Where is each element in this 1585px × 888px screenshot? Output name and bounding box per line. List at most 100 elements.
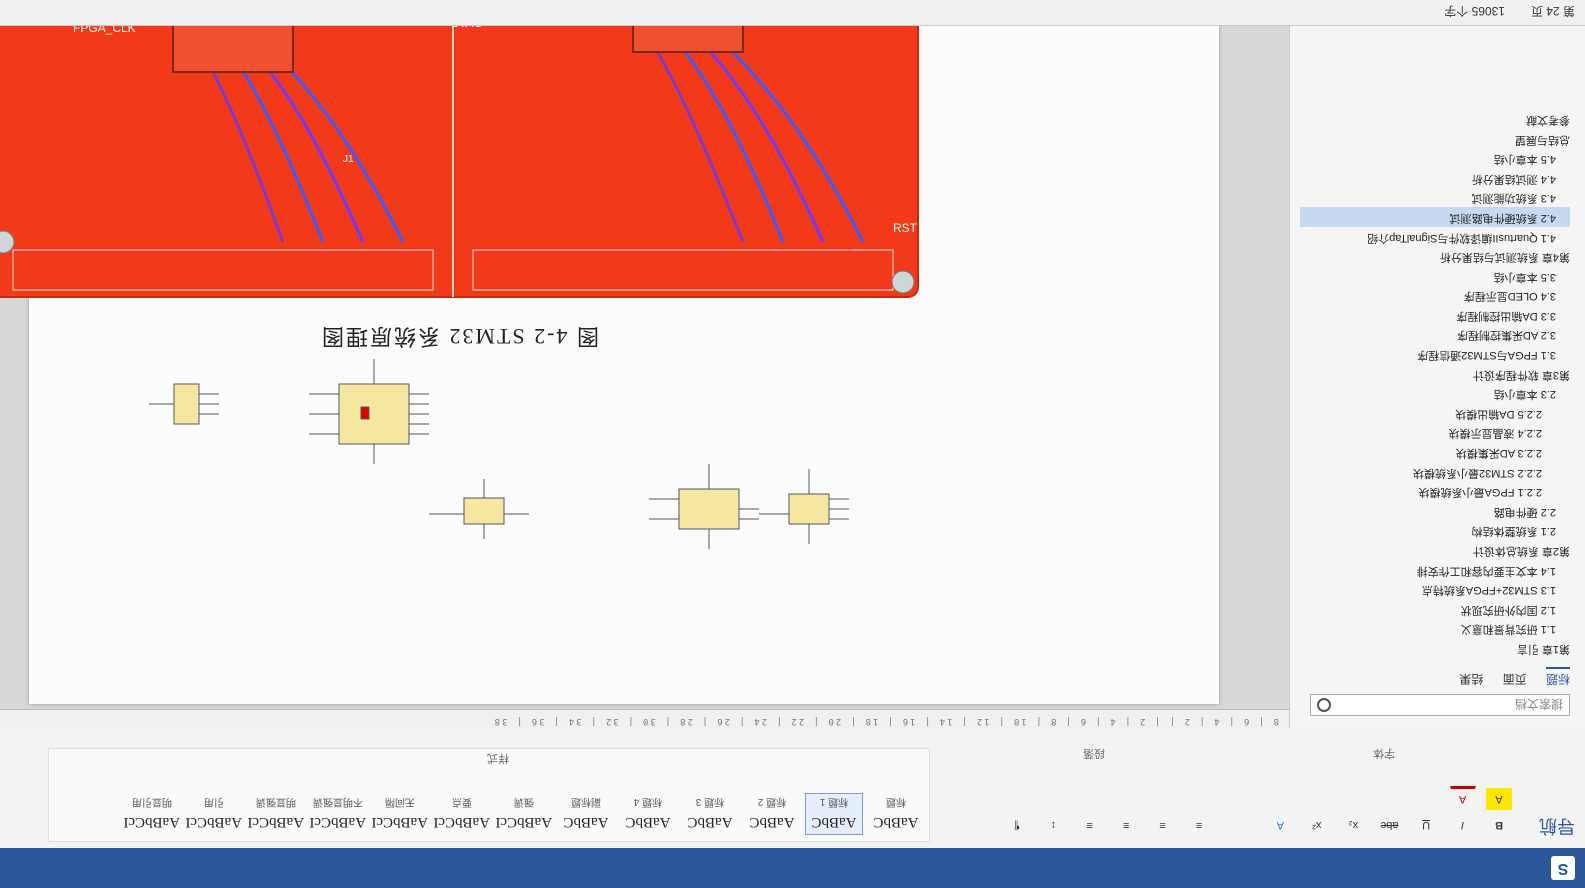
app-logo-icon: S (1551, 856, 1575, 880)
underline-button[interactable]: U (1413, 814, 1439, 836)
schematic-figure (149, 359, 849, 549)
style-option[interactable]: AaBbCcD 强调 (495, 793, 553, 835)
style-name: 标题 (886, 796, 906, 807)
status-bar: 第 24 页 13065 个字 (0, 0, 1585, 26)
outline-item[interactable]: 2.2.4 液晶显示模块 (1300, 423, 1570, 443)
outline-item[interactable]: 3.2 AD采集控制程序 (1300, 325, 1570, 345)
pcb-label-j1: J1 (343, 154, 354, 165)
outline-item[interactable]: 1.4 本文主要内容和工作安排 (1300, 560, 1570, 580)
outline-item[interactable]: 2.3 本章小结 (1300, 384, 1570, 404)
style-option[interactable]: AaBbCcD 不明显强调 (309, 793, 367, 835)
document-page[interactable]: 图 4-2 STM32 系统原理图 FPGA_CLK RST J1 (0, 0, 1219, 704)
font-paragraph-groups: B I U abc x₂ x² A A A 字体 ≡ ≡ ≡ ≡ ↕ ¶ 段落 (935, 747, 1515, 838)
style-option[interactable]: AaBbC 标题 4 (619, 793, 677, 835)
outline-item[interactable]: 2.2.1 FPGA最小系统模块 (1300, 482, 1570, 502)
outline-item[interactable]: 4.2 系统硬件电路测试 (1300, 207, 1570, 227)
align-left-button[interactable]: ≡ (1186, 814, 1212, 836)
style-name: 引用 (204, 796, 224, 807)
subscript-button[interactable]: x₂ (1340, 814, 1366, 836)
superscript-button[interactable]: x² (1304, 814, 1330, 836)
navigation-pane: 搜索文档 标题 页面 结果 第1章 引言 1.1 研究背景和意义 1.2 国内外研究… (1289, 0, 1585, 728)
bold-button[interactable]: B (1486, 814, 1512, 836)
style-name: 不明显强调 (313, 796, 363, 807)
outline-item[interactable]: 4.5 本章小结 (1300, 149, 1570, 169)
tab-pages[interactable]: 页面 (1503, 669, 1527, 688)
title-bar: S (0, 848, 1585, 888)
align-center-button[interactable]: ≡ (1150, 814, 1176, 836)
font-color-button[interactable]: A (1449, 786, 1476, 810)
style-option[interactable]: AaBbCcD 明显引用 (123, 793, 181, 835)
style-sample: AaBbCcD (434, 814, 490, 830)
style-option-selected[interactable]: AaBbC 标题 1 (805, 793, 863, 835)
nav-search-input[interactable]: 搜索文档 (1310, 694, 1570, 716)
tab-headings[interactable]: 标题 (1545, 667, 1570, 688)
style-option[interactable]: AaBbC 副标题 (557, 793, 615, 835)
outline-item[interactable]: 第3章 软件程序设计 (1300, 364, 1570, 384)
outline-item[interactable]: 2.1 系统整体结构 (1300, 521, 1570, 541)
outline-item[interactable]: 3.5 本章小结 (1300, 266, 1570, 286)
outline-item[interactable]: 参考文献 (1300, 109, 1570, 129)
show-marks-button[interactable]: ¶ (1004, 814, 1030, 836)
outline-item[interactable]: 2.2.2 STM32最小系统模块 (1300, 462, 1570, 482)
style-option[interactable]: AaBbCcD 引用 (185, 793, 243, 835)
outline-item[interactable]: 4.1 QuartusII编译软件与SignalTap介绍 (1300, 227, 1570, 247)
tab-results[interactable]: 结果 (1459, 669, 1483, 688)
style-name: 强调 (514, 796, 534, 807)
style-name: 标题 2 (757, 796, 787, 807)
screen-root: S 导航 B I U abc x₂ x² A A A 字体 ≡ ≡ ≡ ≡ ↕ (0, 0, 1585, 888)
ruler-scale: 8 | 6 | 4 | 2 | | 2 | 4 | 6 | 8 | 10 | 1… (492, 716, 1279, 726)
outline-item[interactable]: 1.2 国内外研究现状 (1300, 599, 1570, 619)
justify-button[interactable]: ≡ (1077, 814, 1103, 836)
style-name: 标题 1 (819, 796, 849, 807)
word-count[interactable]: 13065 个字 (1444, 3, 1505, 20)
horizontal-ruler[interactable]: 8 | 6 | 4 | 2 | | 2 | 4 | 6 | 8 | 10 | 1… (0, 709, 1289, 728)
style-name: 要点 (452, 796, 472, 807)
outline-item[interactable]: 4.3 系统功能测试 (1300, 188, 1570, 208)
ribbon: 导航 B I U abc x₂ x² A A A 字体 ≡ ≡ ≡ ≡ ↕ ¶ (0, 727, 1585, 848)
figure-caption: 图 4-2 STM32 系统原理图 (319, 324, 599, 349)
schematic-block-c (149, 383, 219, 425)
outline-item[interactable]: 3.4 OLED显示程序 (1300, 286, 1570, 306)
style-sample: AaBbC (687, 814, 733, 830)
text-effects-button[interactable]: A (1267, 814, 1293, 836)
pcb-label-rst: RST (893, 221, 918, 235)
style-option[interactable]: AaBbC 标题 (867, 793, 925, 835)
style-option[interactable]: AaBbCcD 无间隔 (371, 793, 429, 835)
font-group: B I U abc x₂ x² A A A 字体 (1235, 747, 1515, 838)
search-placeholder: 搜索文档 (1514, 697, 1563, 711)
outline-item[interactable]: 第4章 系统测试与结果分析 (1300, 247, 1570, 267)
styles-gallery: AaBbC 标题 AaBbC 标题 1 AaBbC 标题 2 AaBbC 标题 3 Aa… (48, 748, 930, 842)
outline-item[interactable]: 3.3 DA输出控制程序 (1300, 305, 1570, 325)
highlight-color-button[interactable]: A (1486, 788, 1512, 810)
outline-item[interactable]: 1.1 研究背景和意义 (1300, 619, 1570, 639)
style-sample: AaBbC (873, 814, 919, 830)
outline-item[interactable]: 2.2.5 DA输出模块 (1300, 403, 1570, 423)
page-info[interactable]: 第 24 页 (1531, 3, 1575, 20)
search-icon[interactable] (1317, 698, 1331, 712)
style-sample: AaBbC (811, 814, 857, 830)
style-option[interactable]: AaBbC 标题 3 (681, 793, 739, 835)
align-right-button[interactable]: ≡ (1113, 814, 1139, 836)
style-sample: AaBbCcD (186, 814, 242, 830)
nav-pane-title: 导航 (1539, 816, 1575, 836)
line-spacing-button[interactable]: ↕ (1040, 814, 1066, 836)
outline-item[interactable]: 总结与展望 (1300, 129, 1570, 149)
outline-item[interactable]: 第1章 引言 (1300, 638, 1570, 658)
style-option[interactable]: AaBbCcD 明显强调 (247, 793, 305, 835)
outline-item[interactable]: 4.4 测试结果分析 (1300, 168, 1570, 188)
outline-item[interactable]: 2.2 硬件电路 (1300, 501, 1570, 521)
style-sample: AaBbC (625, 814, 671, 830)
outline-item[interactable]: 1.3 STM32+FPGA系统特点 (1300, 580, 1570, 600)
outline-item[interactable]: 第2章 系统总体设计 (1300, 540, 1570, 560)
style-option[interactable]: AaBbCcD 要点 (433, 793, 491, 835)
styles-group-label: 样式 (487, 752, 509, 764)
style-option[interactable]: AaBbC 标题 2 (743, 793, 801, 835)
style-name: 副标题 (571, 796, 601, 807)
strikethrough-button[interactable]: abc (1377, 814, 1403, 836)
style-name: 明显引用 (132, 796, 172, 807)
outline-item[interactable]: 2.2.3 AD采集模块 (1300, 442, 1570, 462)
italic-button[interactable]: I (1450, 814, 1476, 836)
outline-item[interactable]: 3.1 FPGA与STM32通信程序 (1300, 345, 1570, 365)
schematic-block-a (649, 464, 849, 549)
style-name: 标题 3 (695, 796, 725, 807)
